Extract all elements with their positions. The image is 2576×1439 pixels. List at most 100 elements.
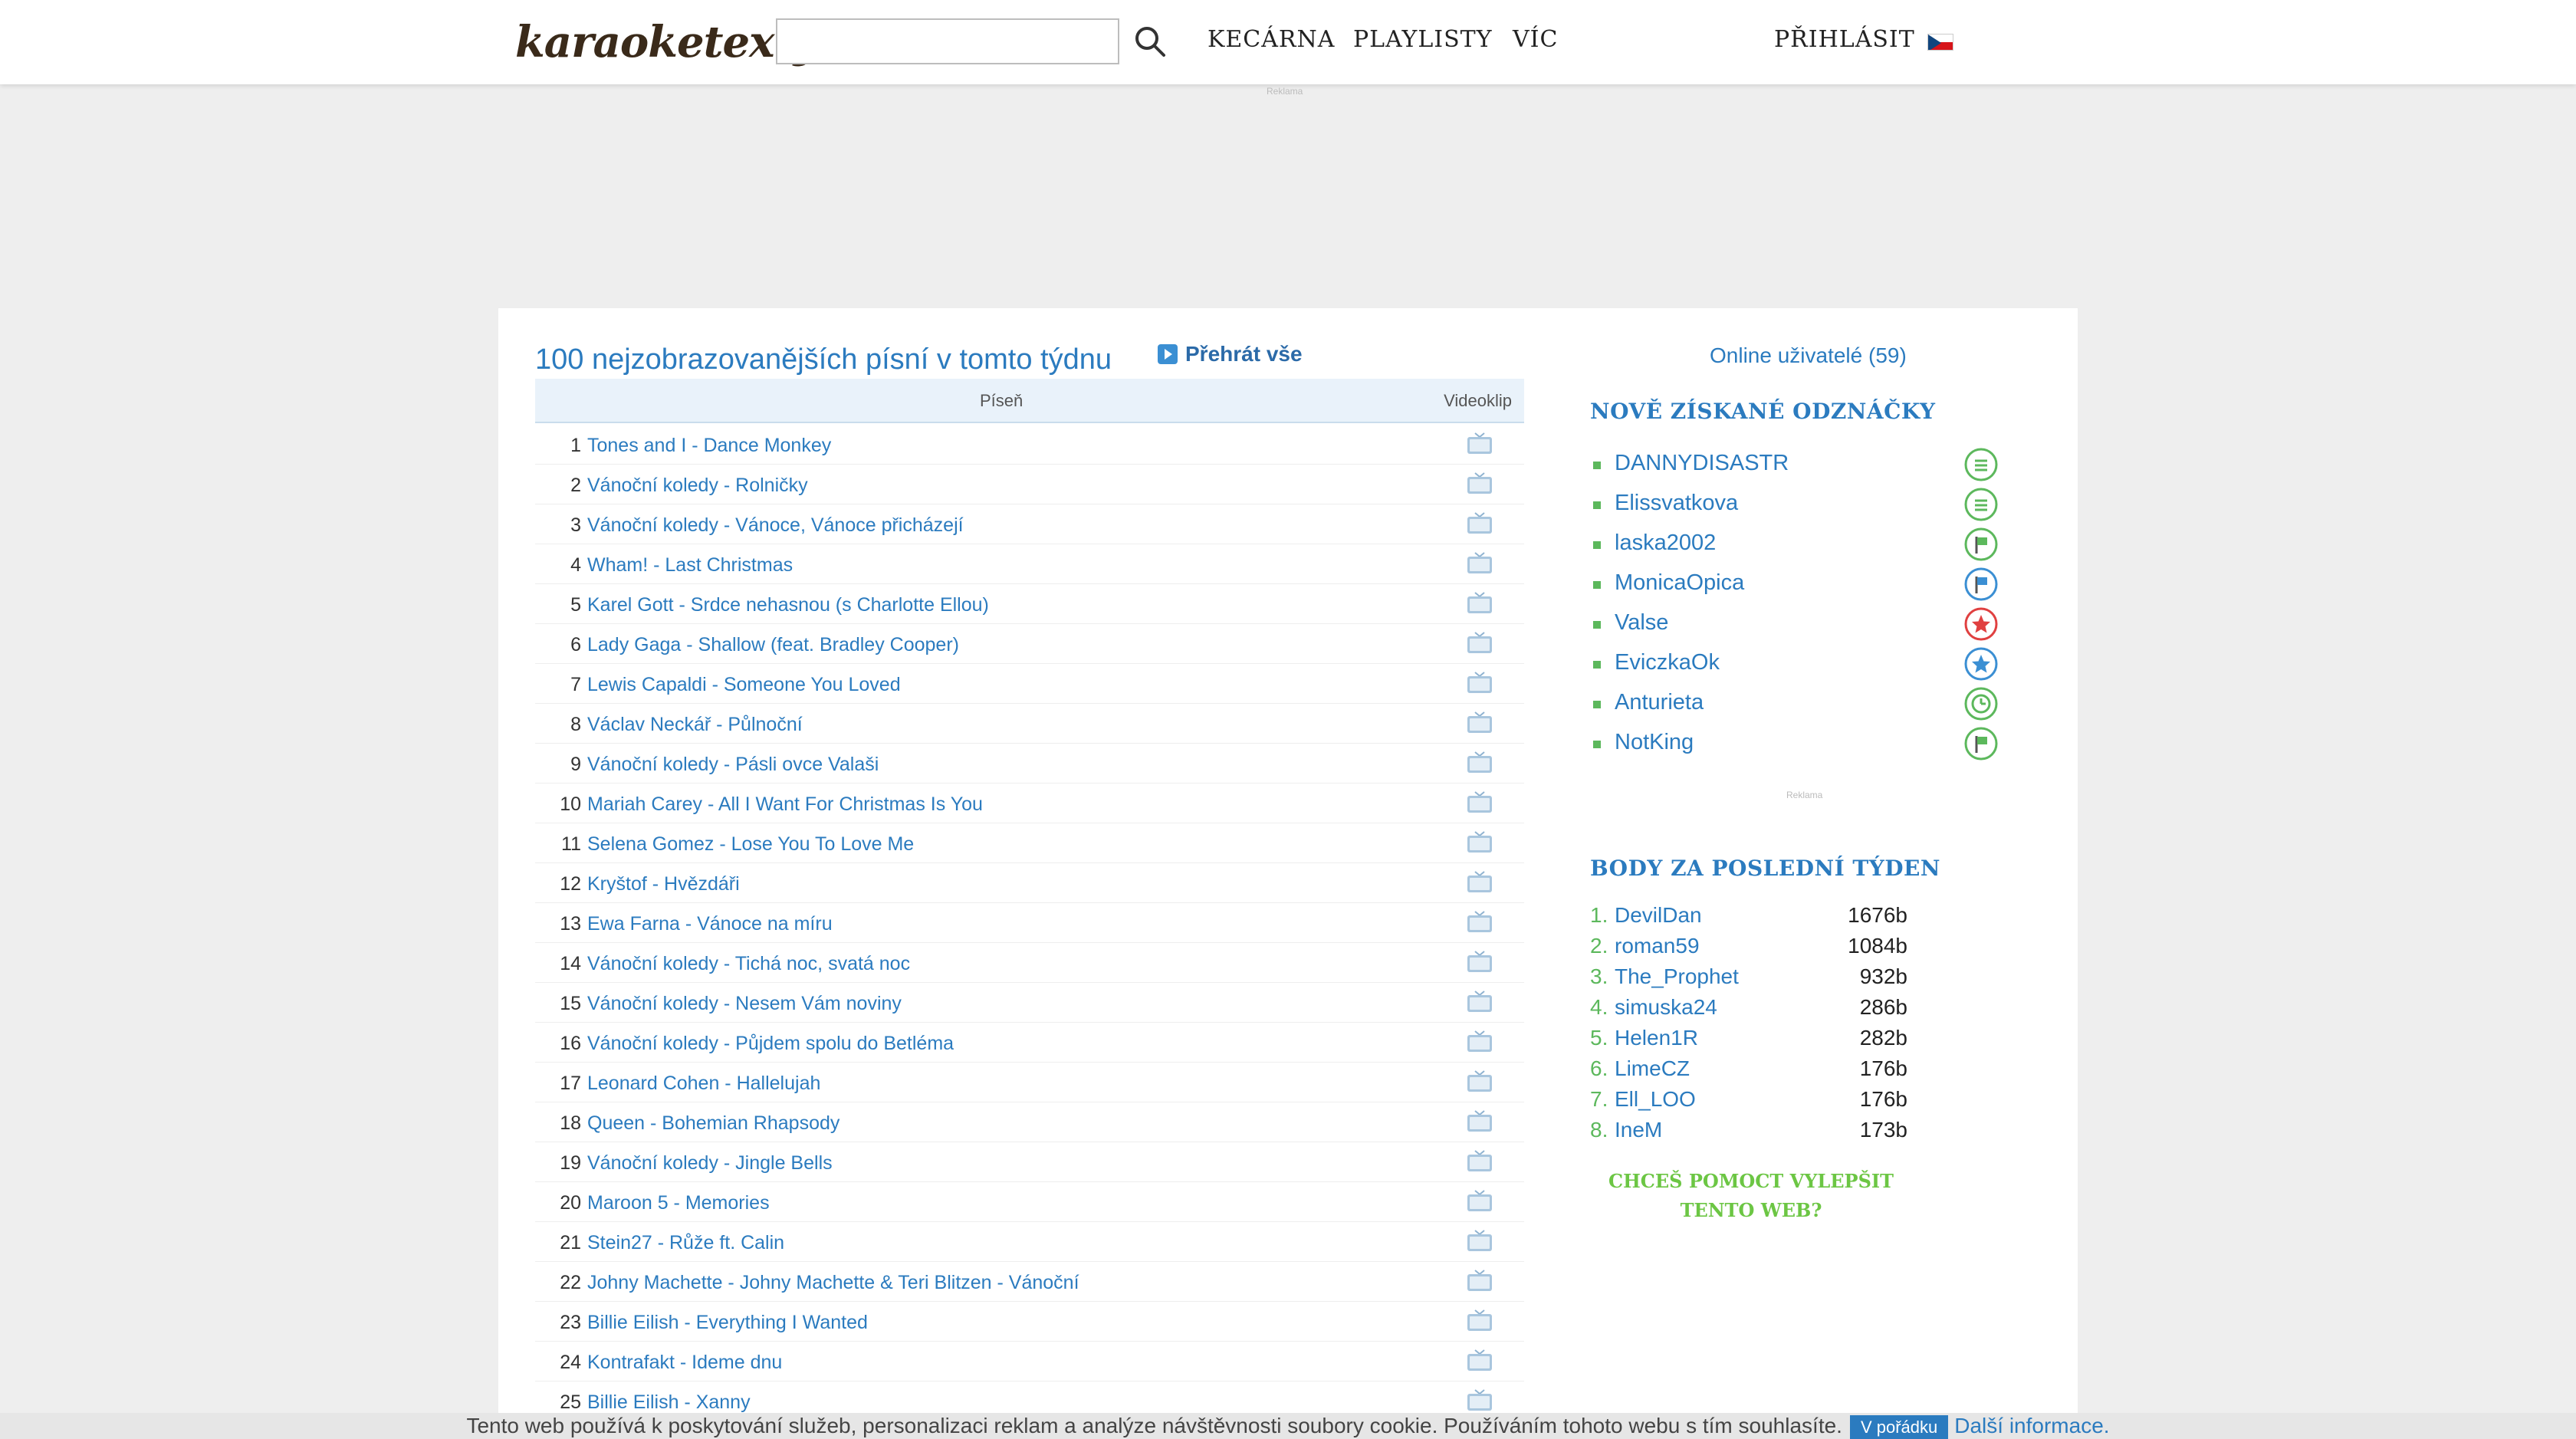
videoclip-icon[interactable] xyxy=(1466,672,1493,695)
videoclip-icon[interactable] xyxy=(1466,632,1493,655)
song-link[interactable]: Tones and I - Dance Monkey xyxy=(587,435,831,457)
nav-playlisty[interactable]: PLAYLISTY xyxy=(1353,26,1493,53)
videoclip-icon[interactable] xyxy=(1466,1190,1493,1213)
song-link[interactable]: Billie Eilish - Everything I Wanted xyxy=(587,1312,868,1334)
search-input[interactable] xyxy=(776,18,1119,64)
points-user-link[interactable]: DevilDan xyxy=(1615,903,1702,928)
flag-badge-icon[interactable] xyxy=(1964,567,1998,601)
content-panel: 100 nejzobrazovanějších písní v tomto tý… xyxy=(498,308,2078,1439)
badge-user-link[interactable]: laska2002 xyxy=(1615,531,1716,556)
badges-heading: NOVĚ ZÍSKANÉ ODZNÁČKY xyxy=(1590,399,1936,424)
videoclip-icon[interactable] xyxy=(1466,991,1493,1014)
song-link[interactable]: Václav Neckář - Půlnoční xyxy=(587,714,803,736)
song-link[interactable]: Leonard Cohen - Hallelujah xyxy=(587,1073,820,1095)
videoclip-icon[interactable] xyxy=(1466,711,1493,734)
videoclip-icon[interactable] xyxy=(1466,831,1493,854)
badge-user-link[interactable]: Anturieta xyxy=(1615,690,1704,715)
badge-user-link[interactable]: Valse xyxy=(1615,610,1668,636)
table-row: 17 Leonard Cohen - Hallelujah xyxy=(535,1063,1524,1102)
song-link[interactable]: Kontrafakt - Ideme dnu xyxy=(587,1352,782,1374)
song-link[interactable]: Queen - Bohemian Rhapsody xyxy=(587,1112,840,1135)
search-icon[interactable] xyxy=(1133,25,1167,58)
points-rank: 2. xyxy=(1590,934,1608,958)
song-link[interactable]: Kryštof - Hvězdáři xyxy=(587,873,740,895)
online-users-link[interactable]: Online uživatelé (59) xyxy=(1710,343,1907,368)
videoclip-icon[interactable] xyxy=(1466,791,1493,814)
bullet-icon xyxy=(1593,621,1601,629)
song-link[interactable]: Vánoční koledy - Vánoce, Vánoce přicháze… xyxy=(587,514,964,537)
badge-user-link[interactable]: MonicaOpica xyxy=(1615,570,1744,596)
star-badge-icon[interactable] xyxy=(1964,607,1998,641)
star-badge-icon[interactable] xyxy=(1964,647,1998,681)
videoclip-icon[interactable] xyxy=(1466,552,1493,575)
videoclip-icon[interactable] xyxy=(1466,1349,1493,1372)
login-link[interactable]: PŘIHLÁSIT xyxy=(1774,26,1915,53)
videoclip-icon[interactable] xyxy=(1466,1150,1493,1173)
badge-user-link[interactable]: DANNYDISASTR xyxy=(1615,451,1789,476)
bullet-icon xyxy=(1593,661,1601,669)
table-row: 7 Lewis Capaldi - Someone You Loved xyxy=(535,664,1524,704)
points-user-link[interactable]: Helen1R xyxy=(1615,1026,1698,1050)
song-link[interactable]: Lady Gaga - Shallow (feat. Bradley Coope… xyxy=(587,634,959,656)
points-heading: BODY ZA POSLEDNÍ TÝDEN xyxy=(1590,856,1940,881)
song-link[interactable]: Stein27 - Růže ft. Calin xyxy=(587,1232,784,1254)
site-logo[interactable]: karaoketexty xyxy=(515,17,818,67)
song-link[interactable]: Vánoční koledy - Rolničky xyxy=(587,475,808,497)
videoclip-icon[interactable] xyxy=(1466,1270,1493,1293)
help-improve-link[interactable]: CHCEŠ POMOCT VYLEPŠIT TENTO WEB? xyxy=(1590,1167,1912,1225)
points-user-link[interactable]: IneM xyxy=(1615,1118,1662,1142)
points-user-link[interactable]: Ell_LOO xyxy=(1615,1087,1696,1112)
points-list-item: 3. The_Prophet 932b xyxy=(1590,961,2004,992)
videoclip-icon[interactable] xyxy=(1466,1389,1493,1412)
song-link[interactable]: Ewa Farna - Vánoce na míru xyxy=(587,913,833,935)
song-link[interactable]: Karel Gott - Srdce nehasnou (s Charlotte… xyxy=(587,594,989,616)
badge-user-link[interactable]: Elissvatkova xyxy=(1615,491,1738,516)
videoclip-icon[interactable] xyxy=(1466,1230,1493,1253)
videoclip-icon[interactable] xyxy=(1466,751,1493,774)
points-user-link[interactable]: simuska24 xyxy=(1615,995,1717,1020)
song-link[interactable]: Vánoční koledy - Nesem Vám noviny xyxy=(587,993,902,1015)
videoclip-icon[interactable] xyxy=(1466,1030,1493,1053)
song-link[interactable]: Maroon 5 - Memories xyxy=(587,1192,770,1214)
videoclip-icon[interactable] xyxy=(1466,512,1493,535)
badge-user-link[interactable]: EviczkaOk xyxy=(1615,650,1720,675)
videoclip-icon[interactable] xyxy=(1466,1309,1493,1332)
row-number: 9 xyxy=(570,754,581,775)
points-user-link[interactable]: The_Prophet xyxy=(1615,964,1739,989)
videoclip-icon[interactable] xyxy=(1466,1110,1493,1133)
points-user-link[interactable]: roman59 xyxy=(1615,934,1700,958)
song-link[interactable]: Vánoční koledy - Jingle Bells xyxy=(587,1152,833,1175)
song-link[interactable]: Johny Machette - Johny Machette & Teri B… xyxy=(587,1272,1079,1294)
videoclip-icon[interactable] xyxy=(1466,871,1493,894)
videoclip-icon[interactable] xyxy=(1466,951,1493,974)
videoclip-icon[interactable] xyxy=(1466,1070,1493,1093)
song-link[interactable]: Vánoční koledy - Pásli ovce Valaši xyxy=(587,754,879,776)
videoclip-icon[interactable] xyxy=(1466,432,1493,455)
nav-vic[interactable]: VÍC xyxy=(1513,26,1558,53)
flag-badge-icon[interactable] xyxy=(1964,527,1998,561)
points-user-link[interactable]: LimeCZ xyxy=(1615,1056,1690,1081)
list-badge-icon[interactable] xyxy=(1964,448,1998,481)
clock-badge-icon[interactable] xyxy=(1964,687,1998,721)
czech-flag-icon[interactable] xyxy=(1927,34,1953,51)
song-link[interactable]: Vánoční koledy - Půjdem spolu do Betléma xyxy=(587,1033,954,1055)
badge-user-link[interactable]: NotKing xyxy=(1615,730,1694,755)
points-value: 286b xyxy=(1859,995,1907,1019)
nav-kecarna[interactable]: KECÁRNA xyxy=(1208,26,1335,53)
videoclip-icon[interactable] xyxy=(1466,472,1493,495)
song-link[interactable]: Wham! - Last Christmas xyxy=(587,554,793,577)
song-link[interactable]: Billie Eilish - Xanny xyxy=(587,1391,751,1414)
table-row: 23 Billie Eilish - Everything I Wanted xyxy=(535,1302,1524,1342)
videoclip-icon[interactable] xyxy=(1466,911,1493,934)
song-link[interactable]: Selena Gomez - Lose You To Love Me xyxy=(587,833,914,856)
song-link[interactable]: Mariah Carey - All I Want For Christmas … xyxy=(587,793,983,816)
play-all-button[interactable]: Přehrát vše xyxy=(1158,342,1303,366)
videoclip-icon[interactable] xyxy=(1466,592,1493,615)
song-link[interactable]: Vánoční koledy - Tichá noc, svatá noc xyxy=(587,953,910,975)
table-row: 14 Vánoční koledy - Tichá noc, svatá noc xyxy=(535,943,1524,983)
cookie-ok-button[interactable]: V pořádku xyxy=(1849,1415,1949,1439)
cookie-more-link[interactable]: Další informace. xyxy=(1954,1414,2109,1437)
list-badge-icon[interactable] xyxy=(1964,488,1998,521)
song-link[interactable]: Lewis Capaldi - Someone You Loved xyxy=(587,674,901,696)
flag-badge-icon[interactable] xyxy=(1964,727,1998,761)
